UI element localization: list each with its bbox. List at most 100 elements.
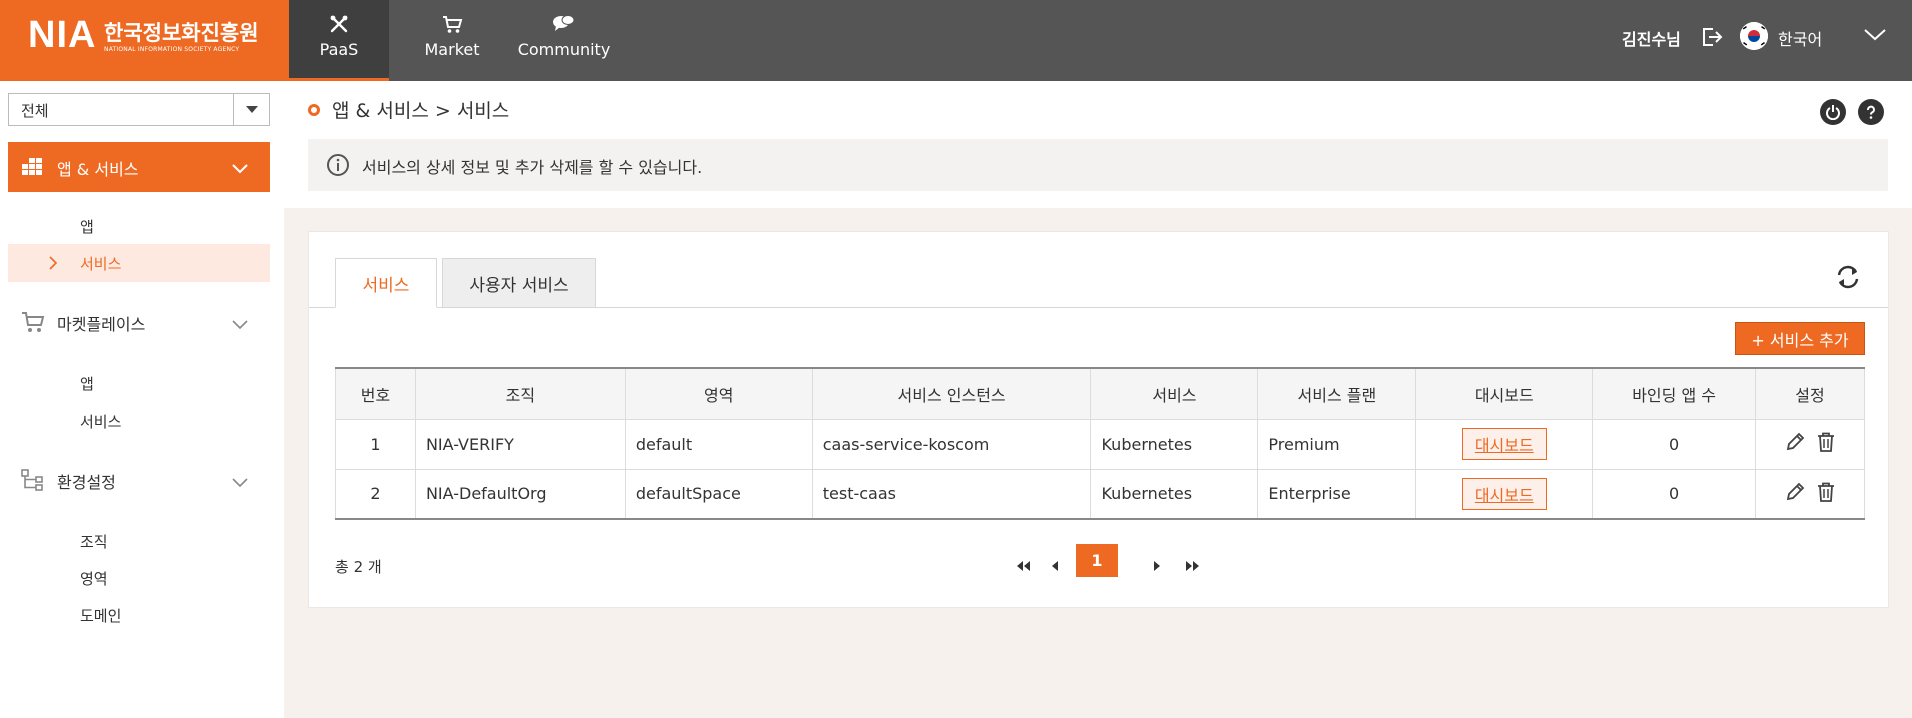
cell-org: NIA-DefaultOrg <box>414 468 626 520</box>
chat-icon <box>512 13 616 35</box>
cell-instance: test-caas <box>811 468 1092 520</box>
logo-english-text: NATIONAL INFORMATION SOCIETY AGENCY <box>104 46 240 53</box>
tab-user-service[interactable]: 사용자 서비스 <box>442 258 596 308</box>
col-no: 번호 <box>335 367 416 420</box>
nav-paas[interactable]: PaaS <box>289 0 389 81</box>
user-name[interactable]: 김진수님 <box>1622 26 1681 50</box>
submenu-market-app[interactable]: 앱 <box>80 373 94 394</box>
info-icon <box>326 153 350 181</box>
menu-app-service-label: 앱 & 서비스 <box>57 160 139 179</box>
tools-icon <box>289 13 389 35</box>
chevron-down-icon <box>232 159 248 178</box>
nav-paas-label: PaaS <box>319 40 359 59</box>
submenu-app[interactable]: 앱 <box>80 216 94 237</box>
cell-instance: caas-service-koscom <box>811 418 1092 470</box>
sidebar: 전체 앱 & 서비스 앱 서비스 마켓플레이스 앱 서비스 환경설정 조직 영역… <box>0 81 284 718</box>
org-select[interactable]: 전체 <box>8 93 270 126</box>
chevron-down-icon <box>232 315 248 334</box>
bullet-icon <box>308 104 320 116</box>
cell-service: Kubernetes <box>1090 418 1259 470</box>
table-row: 1 NIA-VERIFY default caas-service-koscom… <box>335 418 1865 470</box>
cell-plan: Enterprise <box>1257 468 1417 520</box>
power-icon[interactable] <box>1820 99 1846 125</box>
edit-icon[interactable] <box>1785 482 1805 506</box>
nav-community-label: Community <box>517 40 611 59</box>
prev-page-icon[interactable] <box>1043 551 1067 581</box>
total-count: 총 2 개 <box>335 558 382 576</box>
breadcrumb: 앱 & 서비스 > 서비스 <box>332 100 510 122</box>
cell-actions <box>1755 418 1865 470</box>
chevron-down-icon[interactable] <box>1862 24 1888 46</box>
last-page-icon[interactable] <box>1181 551 1205 581</box>
caret-down-icon[interactable] <box>233 94 269 125</box>
service-panel: 서비스 사용자 서비스 + 서비스 추가 번호 조직 영역 서비스 인스턴스 서… <box>308 231 1889 608</box>
nav-market[interactable]: Market <box>406 0 498 81</box>
first-page-icon[interactable] <box>1011 551 1035 581</box>
col-settings: 설정 <box>1755 367 1865 420</box>
cell-bound-apps: 0 <box>1592 468 1757 520</box>
menu-marketplace[interactable]: 마켓플레이스 <box>8 307 270 337</box>
cell-plan: Premium <box>1257 418 1417 470</box>
col-service: 서비스 <box>1090 367 1259 420</box>
logo-korean-text: 한국정보화진흥원 <box>104 21 259 45</box>
cell-dashboard: 대시보드 <box>1415 468 1594 520</box>
trash-icon[interactable] <box>1817 432 1835 456</box>
tree-icon <box>20 468 46 496</box>
cell-no: 1 <box>335 418 416 470</box>
korea-flag-icon[interactable] <box>1740 22 1768 50</box>
col-space: 영역 <box>624 367 813 420</box>
submenu-org[interactable]: 조직 <box>80 531 108 552</box>
menu-settings-label: 환경설정 <box>57 473 116 492</box>
top-header: NIA 한국정보화진흥원 NATIONAL INFORMATION SOCIET… <box>0 0 1912 81</box>
cell-service: Kubernetes <box>1090 468 1259 520</box>
help-icon[interactable] <box>1858 99 1884 125</box>
trash-icon[interactable] <box>1817 482 1835 506</box>
cell-space: default <box>624 418 813 470</box>
col-dashboard: 대시보드 <box>1415 367 1594 420</box>
cart-icon <box>406 13 498 35</box>
org-select-value: 전체 <box>21 102 49 120</box>
refresh-icon[interactable] <box>1835 264 1861 290</box>
logout-icon[interactable] <box>1700 25 1724 49</box>
submenu-space[interactable]: 영역 <box>80 568 108 589</box>
cell-bound-apps: 0 <box>1592 418 1757 470</box>
chevron-right-icon <box>49 255 58 274</box>
cell-no: 2 <box>335 468 416 520</box>
col-instance: 서비스 인스턴스 <box>811 367 1092 420</box>
info-box: 서비스의 상세 정보 및 추가 삭제를 할 수 있습니다. <box>308 139 1888 191</box>
info-text: 서비스의 상세 정보 및 추가 삭제를 할 수 있습니다. <box>362 158 703 177</box>
service-table: 번호 조직 영역 서비스 인스턴스 서비스 서비스 플랜 대시보드 바인딩 앱 … <box>335 367 1865 520</box>
col-org: 조직 <box>414 367 626 420</box>
col-plan: 서비스 플랜 <box>1257 367 1417 420</box>
cell-actions <box>1755 468 1865 520</box>
nav-community[interactable]: Community <box>512 0 616 81</box>
edit-icon[interactable] <box>1785 432 1805 456</box>
col-bound-apps: 바인딩 앱 수 <box>1592 367 1757 420</box>
add-service-button[interactable]: + 서비스 추가 <box>1735 322 1865 355</box>
cell-org: NIA-VERIFY <box>414 418 626 470</box>
cart-icon <box>20 310 46 338</box>
next-page-icon[interactable] <box>1145 551 1169 581</box>
menu-marketplace-label: 마켓플레이스 <box>57 315 146 334</box>
tab-service[interactable]: 서비스 <box>335 258 437 308</box>
submenu-domain[interactable]: 도메인 <box>80 605 121 626</box>
submenu-market-service[interactable]: 서비스 <box>80 411 121 432</box>
nav-market-label: Market <box>424 40 480 59</box>
grid-icon <box>22 156 46 182</box>
page-number-current[interactable]: 1 <box>1076 544 1118 577</box>
nia-logo[interactable]: NIA 한국정보화진흥원 NATIONAL INFORMATION SOCIET… <box>0 0 289 81</box>
chevron-down-icon <box>232 473 248 492</box>
language-label[interactable]: 한국어 <box>1778 26 1822 50</box>
submenu-service[interactable]: 서비스 <box>80 253 121 274</box>
logo-nia-text: NIA <box>28 14 97 56</box>
table-header-row: 번호 조직 영역 서비스 인스턴스 서비스 서비스 플랜 대시보드 바인딩 앱 … <box>335 367 1865 420</box>
breadcrumb-area: 앱 & 서비스 > 서비스 서비스의 상세 정보 및 추가 삭제를 할 수 있습… <box>284 81 1912 208</box>
submenu-service-highlight[interactable] <box>8 244 270 282</box>
menu-settings[interactable]: 환경설정 <box>8 465 270 495</box>
cell-space: defaultSpace <box>624 468 813 520</box>
table-row: 2 NIA-DefaultOrg defaultSpace test-caas … <box>335 468 1865 520</box>
dashboard-button[interactable]: 대시보드 <box>1461 428 1547 460</box>
menu-app-service[interactable]: 앱 & 서비스 <box>8 142 270 192</box>
cell-dashboard: 대시보드 <box>1415 418 1594 470</box>
dashboard-button[interactable]: 대시보드 <box>1461 477 1547 510</box>
